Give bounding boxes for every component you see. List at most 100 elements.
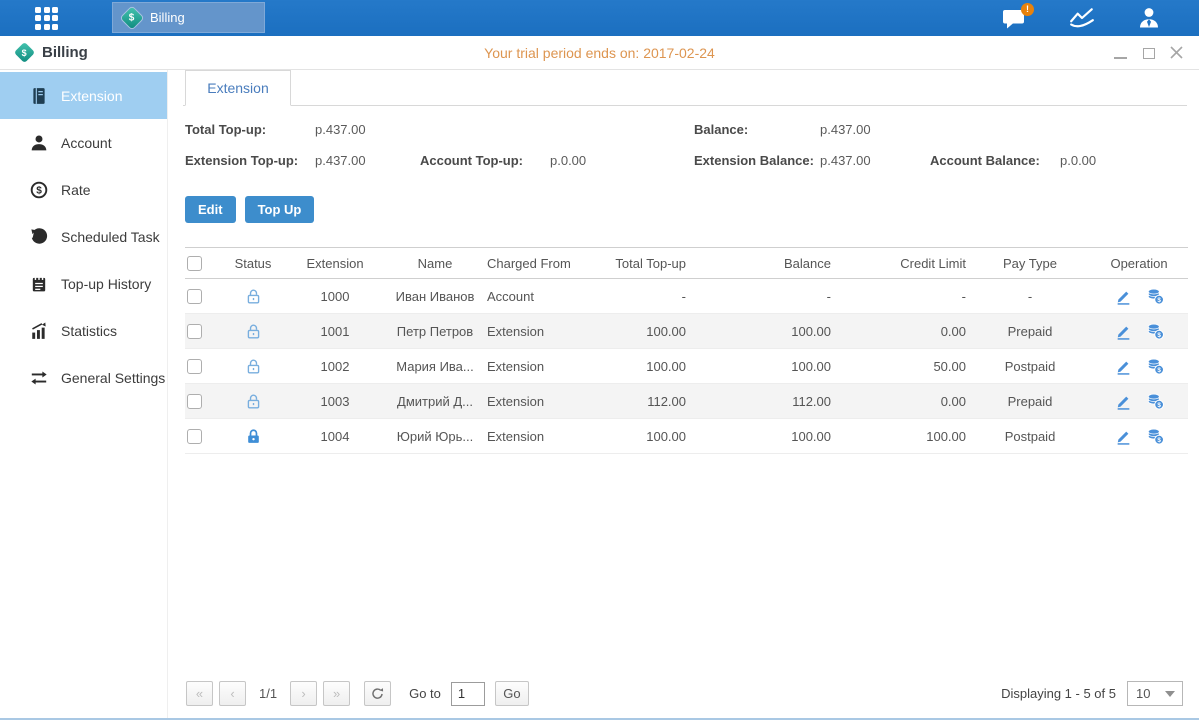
pay-type-cell: Postpaid (970, 419, 1090, 454)
goto-page-input[interactable] (451, 682, 485, 706)
extension-cell: 1002 (285, 349, 385, 384)
col-operation: Operation (1090, 248, 1188, 279)
charged-from-cell: Extension (485, 349, 600, 384)
sidebar-item-label: Top-up History (61, 276, 151, 292)
row-checkbox[interactable] (187, 359, 202, 374)
general-settings-arrows-icon (30, 369, 48, 387)
table-row: 1003 Дмитрий Д... Extension 112.00 112.0… (185, 384, 1188, 419)
sidebar-item-statistics[interactable]: Statistics (0, 307, 167, 354)
taskbar-billing-label: Billing (150, 10, 185, 25)
notifications-icon[interactable]: ! (1002, 8, 1027, 29)
topup-coins-icon[interactable]: $ (1147, 288, 1164, 305)
svg-text:$: $ (1157, 436, 1161, 443)
taskbar-billing-button[interactable]: $ Billing (112, 2, 265, 33)
topup-coins-icon[interactable]: $ (1147, 393, 1164, 410)
credit-limit-cell: 0.00 (835, 384, 970, 419)
table-header-row: Status Extension Name Charged From Total… (185, 248, 1188, 279)
edit-icon[interactable] (1115, 393, 1132, 410)
edit-icon[interactable] (1115, 288, 1132, 305)
col-pay-type: Pay Type (970, 248, 1090, 279)
table-row: 1004 Юрий Юрь... Extension 100.00 100.00… (185, 419, 1188, 454)
total-topup-cell: - (600, 279, 690, 314)
topup-coins-icon[interactable]: $ (1147, 428, 1164, 445)
svg-text:$: $ (1157, 296, 1161, 303)
edit-button[interactable]: Edit (185, 196, 236, 223)
row-checkbox[interactable] (187, 429, 202, 444)
extension-book-icon (30, 87, 48, 105)
topup-button[interactable]: Top Up (245, 196, 315, 223)
credit-limit-cell: 0.00 (835, 314, 970, 349)
minimize-icon[interactable] (1114, 47, 1127, 59)
extension-cell: 1003 (285, 384, 385, 419)
billing-app-icon: $ (121, 6, 144, 29)
first-page-button[interactable]: « (186, 681, 213, 706)
sidebar-item-general-settings[interactable]: General Settings (0, 354, 167, 401)
sidebar: Extension Account $ Rate Scheduled Task … (0, 70, 168, 718)
window-title: Billing (42, 44, 88, 61)
rate-dollar-icon: $ (30, 181, 48, 199)
main-content: Extension Total Top-up: p.437.00 Balance… (168, 70, 1199, 718)
prev-page-button[interactable]: ‹ (219, 681, 246, 706)
top-bar: $ Billing ! (0, 0, 1199, 36)
extension-topup-value: p.437.00 (315, 153, 420, 168)
account-balance-value: p.0.00 (1060, 153, 1185, 168)
extension-balance-label: Extension Balance: (694, 153, 820, 168)
select-all-checkbox[interactable] (187, 256, 202, 271)
name-cell: Иван Иванов (385, 279, 485, 314)
edit-icon[interactable] (1115, 428, 1132, 445)
extension-cell: 1000 (285, 279, 385, 314)
charged-from-cell: Extension (485, 384, 600, 419)
row-checkbox[interactable] (187, 394, 202, 409)
sidebar-item-account[interactable]: Account (0, 119, 167, 166)
total-topup-cell: 100.00 (600, 419, 690, 454)
sidebar-item-extension[interactable]: Extension (0, 72, 167, 119)
last-page-button[interactable]: » (323, 681, 350, 706)
maximize-icon[interactable] (1142, 47, 1155, 59)
sidebar-item-rate[interactable]: $ Rate (0, 166, 167, 213)
trial-notice: Your trial period ends on: 2017-02-24 (0, 45, 1199, 61)
page-size-value: 10 (1136, 686, 1150, 701)
reports-chart-icon[interactable] (1069, 7, 1095, 29)
table-row: 1002 Мария Ива... Extension 100.00 100.0… (185, 349, 1188, 384)
row-checkbox[interactable] (187, 289, 202, 304)
topup-coins-icon[interactable]: $ (1147, 323, 1164, 340)
name-cell: Петр Петров (385, 314, 485, 349)
extension-balance-value: p.437.00 (820, 153, 930, 168)
topup-coins-icon[interactable]: $ (1147, 358, 1164, 375)
account-topup-label: Account Top-up: (420, 153, 550, 168)
unlocked-icon (245, 393, 262, 410)
extension-topup-label: Extension Top-up: (185, 153, 315, 168)
sidebar-item-topup-history[interactable]: Top-up History (0, 260, 167, 307)
locked-icon (245, 428, 262, 445)
notification-badge: ! (1021, 3, 1034, 16)
tab-extension[interactable]: Extension (185, 70, 291, 106)
apps-menu-icon[interactable] (35, 7, 58, 30)
pay-type-cell: Prepaid (970, 384, 1090, 419)
refresh-button[interactable] (364, 681, 391, 706)
sidebar-item-scheduled-task[interactable]: Scheduled Task (0, 213, 167, 260)
goto-label: Go to (409, 686, 441, 701)
row-checkbox[interactable] (187, 324, 202, 339)
sidebar-item-label: General Settings (61, 370, 165, 386)
go-button[interactable]: Go (495, 681, 529, 706)
edit-icon[interactable] (1115, 323, 1132, 340)
page-indicator: 1/1 (259, 686, 277, 701)
window-controls (1114, 47, 1183, 59)
total-topup-cell: 112.00 (600, 384, 690, 419)
close-icon[interactable] (1170, 47, 1183, 59)
topbar-actions: ! (1002, 0, 1161, 36)
user-account-icon[interactable] (1137, 6, 1161, 30)
page-size-select[interactable]: 10 (1127, 681, 1183, 706)
charged-from-cell: Extension (485, 314, 600, 349)
balance-cell: 100.00 (690, 314, 835, 349)
sidebar-item-label: Rate (61, 182, 91, 198)
balance-cell: 100.00 (690, 419, 835, 454)
account-person-icon (30, 134, 48, 152)
credit-limit-cell: 50.00 (835, 349, 970, 384)
edit-icon[interactable] (1115, 358, 1132, 375)
extension-cell: 1001 (285, 314, 385, 349)
col-status: Status (221, 248, 285, 279)
extensions-table: Status Extension Name Charged From Total… (185, 247, 1188, 454)
next-page-button[interactable]: › (290, 681, 317, 706)
refresh-icon (371, 687, 384, 700)
